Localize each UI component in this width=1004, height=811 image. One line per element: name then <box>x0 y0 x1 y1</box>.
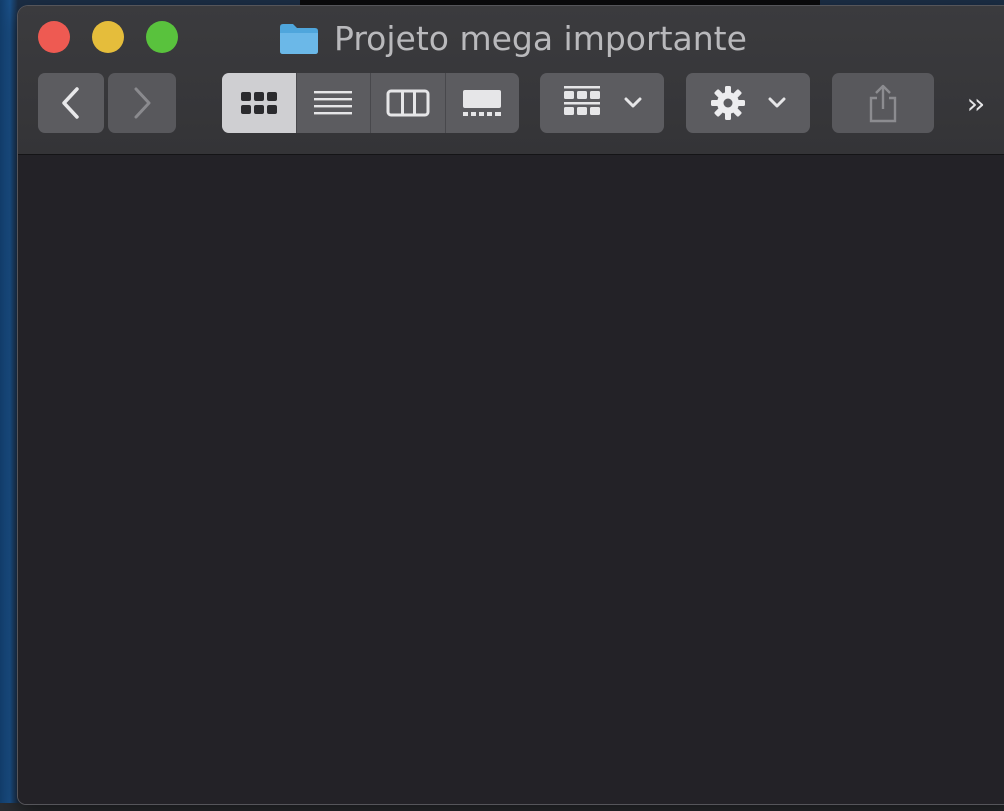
action-button[interactable] <box>686 73 810 133</box>
forward-button[interactable] <box>108 73 176 133</box>
chevron-down-icon <box>624 97 642 108</box>
list-view-icon <box>314 91 353 115</box>
chevron-right-icon <box>134 87 151 119</box>
minimize-button[interactable] <box>92 21 124 53</box>
close-button[interactable] <box>38 21 70 53</box>
share-button[interactable] <box>832 73 934 133</box>
back-button[interactable] <box>38 73 104 133</box>
list-view-button[interactable] <box>297 73 371 133</box>
share-icon <box>869 84 897 123</box>
toolbar-overflow-button[interactable]: ›› <box>954 73 994 133</box>
file-browser-content[interactable] <box>18 155 1004 804</box>
finder-window: Projeto mega importante ›› <box>18 6 1004 804</box>
titlebar-toolbar: Projeto mega importante ›› <box>18 6 1004 155</box>
dock-edge <box>0 803 1004 811</box>
folder-icon <box>280 24 318 54</box>
zoom-button[interactable] <box>146 21 178 53</box>
column-view-button[interactable] <box>371 73 446 133</box>
view-mode-segmented-control <box>222 73 519 133</box>
gallery-view-button[interactable] <box>446 73 520 133</box>
window-title: Projeto mega importante <box>278 18 747 58</box>
group-grid-icon <box>564 86 600 115</box>
icon-view-button[interactable] <box>222 73 297 133</box>
icon-view-icon <box>240 92 277 114</box>
chevron-left-icon <box>62 87 79 119</box>
gear-icon <box>711 86 745 120</box>
window-title-text: Projeto mega importante <box>334 18 747 58</box>
column-view-icon <box>386 89 430 117</box>
gallery-view-icon <box>463 90 502 116</box>
group-button[interactable] <box>540 73 664 133</box>
chevron-down-icon <box>768 97 786 108</box>
